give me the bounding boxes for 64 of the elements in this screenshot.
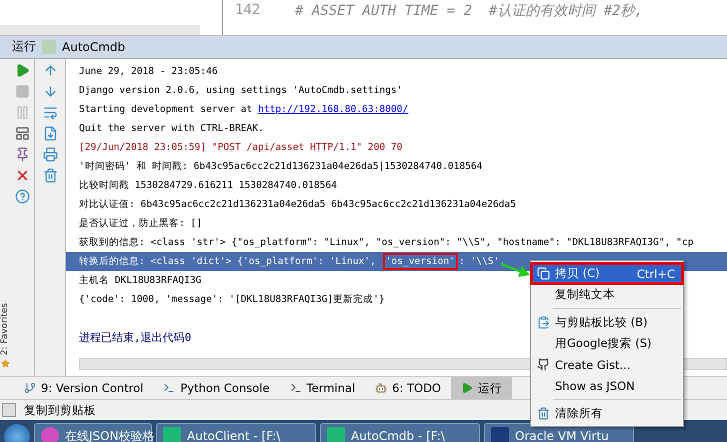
print-button[interactable] [42,146,58,162]
copy-icon [536,267,550,280]
console-line: 获取到的信息: <class 'str'> {"os_platform": "Linux", "os_version": "\\S", "hostname": "DKL18U83RFAQI3G", "cp [78,236,694,250]
down-arrow-button[interactable] [42,84,58,99]
code-comment: # ASSET AUTH TIME = 2 #认证的有效时间 #2秒, [295,2,644,20]
console-line: Quit the server with CTRL-BREAK. [78,122,264,136]
soft-wrap-button[interactable] [42,104,58,120]
console-line: {'code': 1000, 'message': '[DKL18U83RFAQI3G]更新完成'} [78,292,385,307]
clipboard-icon [536,316,550,329]
menu-item[interactable]: 清除所有 [531,403,683,424]
console-line: 主机名 DKL18U83RFAQI3G [78,274,202,288]
python-console-icon [163,382,176,394]
star-icon [0,359,10,368]
pycharm-icon [327,427,345,442]
octocat-icon [536,358,550,371]
menu-item[interactable]: Show as JSON [531,375,683,396]
menu-item[interactable]: 复制纯文本 [531,284,683,305]
status-icon [2,403,16,418]
branch-icon [24,382,36,394]
tool-window-tab[interactable]: 9: Version Control [14,377,154,400]
console-line: 对比认证值: 6b43c95ac6cc2c21d136231a04e26da5 6b43c95ac6cc2c21d136231a04e26da5 [78,198,516,212]
line-number: 142 [234,2,262,18]
console-line: [29/Jun/2018 23:05:59] "POST /api/asset HTTP/1.1" 200 70 [78,140,402,155]
play-icon [461,382,473,394]
taskbar-button[interactable]: AutoCmdb - [F:\ [320,423,480,442]
console-line: Django version 2.0.6, using settings 'AutoCmdb.settings' [78,84,402,98]
tool-window-tab[interactable]: Terminal [280,377,366,400]
up-arrow-button[interactable] [42,62,58,78]
console-line: 是否认证过，防止黑客: [] [78,216,202,231]
clear-all-button[interactable] [42,168,58,183]
todo-icon [375,382,388,394]
terminal-icon [290,382,302,394]
menu-item[interactable]: 拷贝 (C) Ctrl+C [531,263,683,284]
virtualbox-icon [491,427,509,442]
tool-window-tab[interactable]: Python Console [153,377,280,400]
tool-window-tab[interactable]: 6: TODO [365,377,451,400]
favorites-tab[interactable]: 2: Favorites [0,303,10,356]
taskbar-button[interactable]: AutoClient - [F:\ [156,423,316,442]
server-link[interactable]: http://192.168.80.63:8000/ [258,104,408,115]
django-icon [42,40,56,54]
console-line: Starting development server at http://192.168.80.63:8000/ [78,102,408,117]
pause-button[interactable] [14,104,30,120]
help-button[interactable] [14,188,30,204]
menu-item[interactable]: 用Google搜索 (S) [531,333,683,354]
layout-button[interactable] [14,126,30,141]
menu-item[interactable]: 与剪贴板比较 (B) [531,312,683,333]
console-line: June 29, 2018 - 23:05:46 [78,64,218,79]
pycharm-icon [163,427,181,442]
run-config-name: AutoCmdb [62,40,126,54]
pin-button[interactable] [14,146,30,162]
browser-icon [41,427,59,442]
menu-item[interactable]: Create Gist... [531,354,683,375]
taskbar-button[interactable]: 在线JSON校验格 [34,423,152,442]
trash-icon [536,407,550,420]
console-line: 比较时间戳 1530284729.616211 1530284740.018564 [78,178,337,193]
run-button[interactable] [14,62,30,78]
exit-message: 进程已结束,退出代码0 [78,330,192,346]
panel-title: 运行 [12,38,36,56]
tool-window-tab[interactable]: 运行 [451,377,512,400]
console-line: '时间密码' 和 时间戳: 6b43c95ac6cc2c21d136231a04e26da5|1530284740.018564 [78,160,482,174]
scroll-to-end-button[interactable] [42,126,58,141]
scrollbar[interactable] [0,24,200,35]
stop-button[interactable] [14,84,30,99]
status-message: 复制到剪贴板 [24,402,96,418]
